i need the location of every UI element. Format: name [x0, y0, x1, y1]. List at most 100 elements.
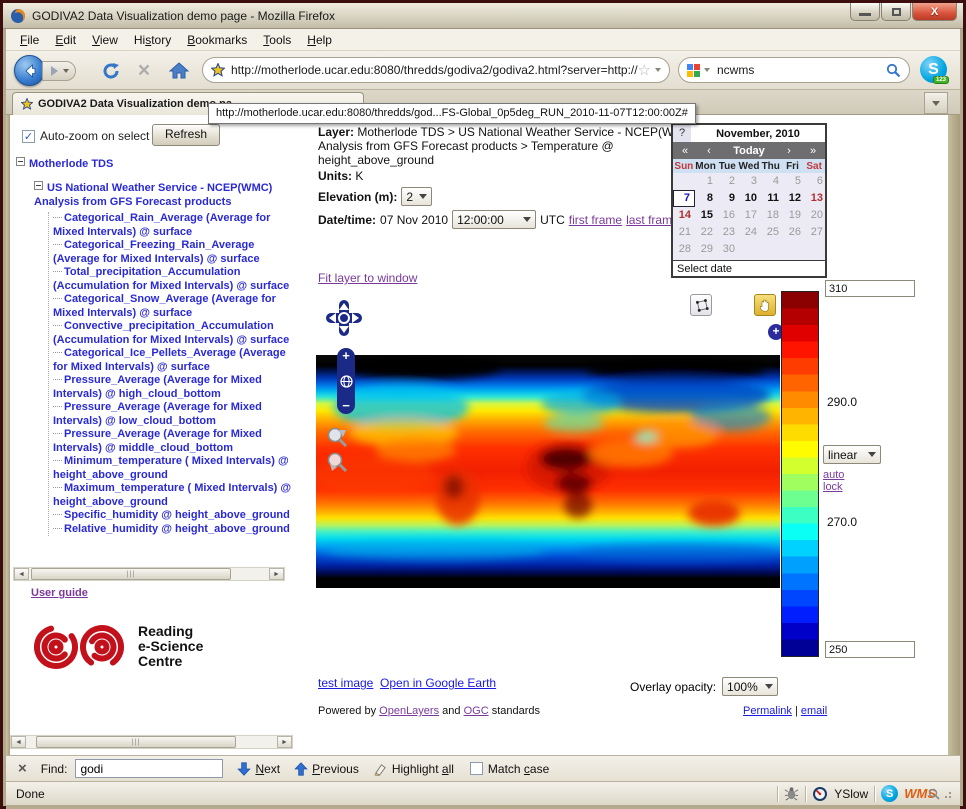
calendar-day[interactable]: 19 — [783, 207, 805, 224]
layer-tree-item[interactable]: Categorical_Rain_Average (Average for Mi… — [53, 212, 296, 239]
permalink-link[interactable]: Permalink — [743, 705, 792, 717]
fit-layer-link[interactable]: Fit layer to window — [318, 271, 417, 285]
close-button[interactable]: X — [912, 3, 957, 21]
layer-tree-item[interactable]: Relative_humidity @ height_above_ground — [53, 523, 296, 537]
layer-tree-item[interactable]: Categorical_Freezing_Rain_Average (Avera… — [53, 239, 296, 266]
bookmark-star-icon[interactable]: ☆ — [638, 61, 651, 79]
menu-file[interactable]: File — [12, 30, 47, 50]
calendar-day[interactable]: 3 — [739, 173, 761, 190]
highlight-all-button[interactable]: Highlight all — [373, 761, 454, 776]
layer-tree-item[interactable]: Total_precipitation_Accumulation (Accumu… — [53, 266, 296, 293]
calendar-help-button[interactable]: ? — [673, 125, 691, 142]
tree-node-branch[interactable]: US National Weather Service - NCEP(WMC) … — [34, 181, 284, 209]
calendar-day[interactable]: 30 — [717, 241, 739, 258]
google-earth-link[interactable]: Open in Google Earth — [380, 676, 496, 690]
zoom-control[interactable]: + − — [337, 348, 355, 414]
draw-polygon-button[interactable] — [690, 294, 712, 316]
calendar-day[interactable]: 16 — [717, 207, 739, 224]
autozoom-checkbox[interactable]: ✓ — [22, 130, 35, 143]
wms-inspector-label[interactable]: WMS — [904, 786, 936, 801]
tab-list-dropdown-button[interactable] — [924, 92, 948, 114]
skype-toolbar-icon[interactable]: S123 — [920, 56, 947, 83]
yslow-gauge-icon[interactable] — [812, 786, 828, 802]
menu-history[interactable]: History — [126, 30, 179, 50]
collapse-icon[interactable] — [34, 181, 43, 190]
time-select[interactable]: 12:00:00 — [452, 210, 536, 229]
opacity-select[interactable]: 100% — [722, 677, 778, 696]
firebug-icon[interactable] — [784, 786, 799, 801]
zoom-history-forward-icon[interactable] — [326, 451, 350, 475]
calendar-day[interactable]: 4 — [761, 173, 783, 190]
home-button[interactable] — [168, 60, 190, 82]
calendar-day[interactable]: 12 — [783, 190, 805, 207]
scrollbar-thumb[interactable]: ||| — [36, 736, 236, 748]
resize-grip[interactable] — [942, 789, 952, 799]
openlayers-link[interactable]: OpenLayers — [379, 705, 439, 717]
email-link[interactable]: email — [801, 705, 827, 717]
layer-tree-item[interactable]: Categorical_Snow_Average (Average for Mi… — [53, 293, 296, 320]
url-text[interactable]: http://motherlode.ucar.edu:8080/thredds/… — [231, 63, 638, 77]
colorbar-min-input[interactable] — [825, 641, 915, 658]
menu-bookmarks[interactable]: Bookmarks — [179, 30, 255, 50]
calendar-day[interactable]: 17 — [739, 207, 761, 224]
google-icon[interactable] — [687, 64, 700, 77]
calendar-nav-button[interactable]: › — [777, 145, 801, 157]
zoom-in-button[interactable]: + — [342, 350, 350, 362]
layer-tree-item[interactable]: Pressure_Average (Average for Mixed Inte… — [53, 428, 296, 455]
find-input[interactable] — [75, 759, 223, 778]
layer-tree-item[interactable]: Minimum_temperature ( Mixed Intervals) @… — [53, 455, 296, 482]
url-dropdown-icon[interactable] — [655, 68, 661, 72]
layer-tree-item[interactable]: Pressure_Average (Average for Mixed Inte… — [53, 401, 296, 428]
layer-tree-item[interactable]: Maximum_temperature ( Mixed Intervals) @… — [53, 482, 296, 509]
restore-button[interactable] — [881, 3, 911, 21]
tab-title[interactable]: GODIVA2 Data Visualization demo pa — [38, 98, 232, 110]
calendar-day[interactable]: 13 — [805, 190, 827, 207]
calendar-day[interactable]: 14 — [673, 207, 695, 224]
page-horizontal-scrollbar[interactable]: ◄ ||| ► — [10, 735, 293, 749]
calendar-day[interactable]: 24 — [739, 224, 761, 241]
calendar-nav-button[interactable]: » — [801, 145, 825, 157]
search-engine-dropdown-icon[interactable] — [704, 68, 710, 72]
calendar-day[interactable]: 8 — [695, 190, 717, 207]
back-button[interactable] — [14, 55, 45, 86]
minimize-button[interactable] — [850, 3, 880, 21]
history-dropdown-icon[interactable] — [63, 69, 69, 73]
search-input[interactable]: ncwms — [717, 63, 886, 77]
calendar-day[interactable]: 15 — [695, 207, 717, 224]
calendar-day[interactable]: 21 — [673, 224, 695, 241]
menu-edit[interactable]: Edit — [47, 30, 84, 50]
calendar-day[interactable]: 1 — [695, 173, 717, 190]
layer-tree-item[interactable]: Categorical_Ice_Pellets_Average (Average… — [53, 347, 296, 374]
scroll-left-arrow[interactable]: ◄ — [14, 568, 29, 580]
findbar-close-button[interactable]: × — [18, 760, 27, 777]
calendar-day[interactable]: 5 — [783, 173, 805, 190]
test-image-link[interactable]: test image — [318, 676, 373, 690]
calendar-day[interactable]: 28 — [673, 241, 695, 258]
pan-control[interactable] — [324, 298, 364, 338]
calendar-nav-button[interactable]: « — [673, 145, 697, 157]
scrollbar-thumb[interactable]: ||| — [31, 568, 231, 580]
user-guide-link[interactable]: User guide — [31, 587, 88, 599]
forward-button[interactable] — [42, 61, 76, 81]
calendar-day[interactable]: 27 — [805, 224, 827, 241]
calendar-day[interactable]: 10 — [739, 190, 761, 207]
calendar-day[interactable]: 18 — [761, 207, 783, 224]
find-next-button[interactable]: Next — [237, 761, 280, 777]
search-box[interactable]: ncwms — [678, 57, 910, 83]
refresh-button[interactable]: Refresh — [152, 124, 220, 146]
lock-scale-link[interactable]: lock — [823, 481, 843, 493]
colorbar-max-input[interactable] — [825, 280, 915, 297]
colorbar[interactable] — [781, 291, 819, 657]
collapse-icon[interactable] — [16, 157, 25, 166]
pan-mode-button[interactable] — [754, 294, 776, 316]
scroll-left-arrow[interactable]: ◄ — [11, 736, 26, 748]
calendar-day[interactable]: 7 — [673, 190, 695, 207]
zoom-history-back-icon[interactable] — [326, 426, 350, 450]
tree-node-root[interactable]: Motherlode TDS — [16, 157, 294, 171]
calendar-day[interactable]: 25 — [761, 224, 783, 241]
calendar-day[interactable]: 6 — [805, 173, 827, 190]
match-case-checkbox[interactable]: Match case — [470, 762, 549, 776]
zoom-world-button[interactable] — [340, 375, 353, 388]
layer-tree-item[interactable]: Specific_humidity @ height_above_ground — [53, 509, 296, 523]
scroll-right-arrow[interactable]: ► — [277, 736, 292, 748]
